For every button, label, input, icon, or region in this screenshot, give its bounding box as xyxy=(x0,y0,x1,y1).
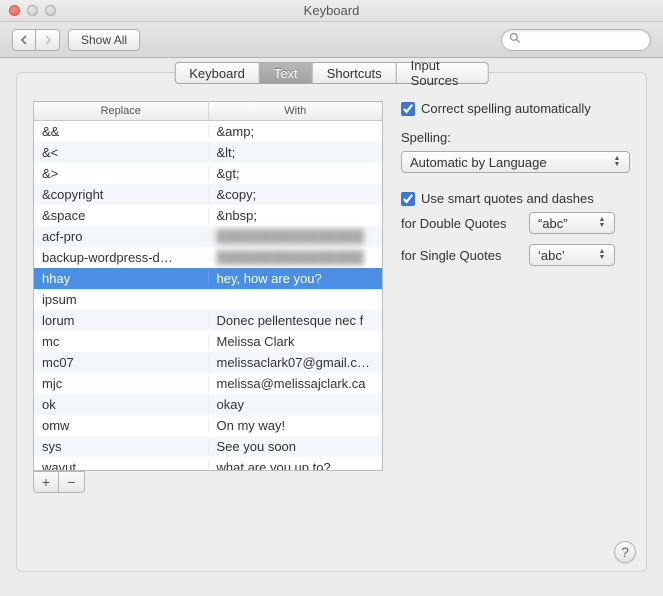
table-row[interactable]: &>&gt; xyxy=(34,163,382,184)
show-all-button[interactable]: Show All xyxy=(68,29,140,51)
chevron-updown-icon: ▲▼ xyxy=(594,215,610,231)
table-row[interactable]: hhayhey, how are you? xyxy=(34,268,382,289)
help-button[interactable]: ? xyxy=(614,541,636,563)
cell-with: &amp; xyxy=(208,124,383,139)
table-row[interactable]: okokay xyxy=(34,394,382,415)
table-row[interactable]: &copyright&copy; xyxy=(34,184,382,205)
correct-spelling-label: Correct spelling automatically xyxy=(421,101,591,116)
smart-quotes-label: Use smart quotes and dashes xyxy=(421,191,594,206)
table-row[interactable]: ipsum xyxy=(34,289,382,310)
cell-replace: backup-wordpress-d… xyxy=(34,250,208,265)
cell-replace: lorum xyxy=(34,313,208,328)
cell-with: ████████████████ xyxy=(208,250,383,265)
back-button[interactable] xyxy=(12,29,36,51)
search-field[interactable] xyxy=(501,29,651,51)
correct-spelling-checkbox[interactable]: Correct spelling automatically xyxy=(401,101,630,116)
cell-replace: mjc xyxy=(34,376,208,391)
remove-button[interactable]: − xyxy=(59,471,85,493)
cell-replace: wavut xyxy=(34,460,208,470)
single-quotes-value: ‘abc’ xyxy=(538,248,565,263)
table-row[interactable]: wavutwhat are you up to? xyxy=(34,457,382,470)
cell-with: Donec pellentesque nec f xyxy=(208,313,383,328)
cell-replace: &> xyxy=(34,166,208,181)
table-row[interactable]: &space&nbsp; xyxy=(34,205,382,226)
table-row[interactable]: sysSee you soon xyxy=(34,436,382,457)
cell-replace: sys xyxy=(34,439,208,454)
tab-input-sources[interactable]: Input Sources xyxy=(397,62,489,84)
table-row[interactable]: &<&lt; xyxy=(34,142,382,163)
cell-replace: ok xyxy=(34,397,208,412)
cell-with: &copy; xyxy=(208,187,383,202)
cell-replace: hhay xyxy=(34,271,208,286)
spelling-label: Spelling: xyxy=(401,130,630,145)
cell-replace: &space xyxy=(34,208,208,223)
text-replacement-table[interactable]: Replace With &&&amp;&<&lt;&>&gt;&copyrig… xyxy=(33,101,383,471)
cell-with: what are you up to? xyxy=(208,460,383,470)
chevron-updown-icon: ▲▼ xyxy=(609,154,625,170)
table-row[interactable]: backup-wordpress-d…████████████████ xyxy=(34,247,382,268)
cell-with: melissa@melissajclark.ca xyxy=(208,376,383,391)
double-quotes-value: “abc” xyxy=(538,216,568,231)
cell-replace: mc xyxy=(34,334,208,349)
forward-button[interactable] xyxy=(36,29,60,51)
cell-replace: acf-pro xyxy=(34,229,208,244)
cell-replace: &< xyxy=(34,145,208,160)
tab-keyboard[interactable]: Keyboard xyxy=(174,62,260,84)
table-row[interactable]: mjcmelissa@melissajclark.ca xyxy=(34,373,382,394)
cell-with: Melissa Clark xyxy=(208,334,383,349)
cell-with: okay xyxy=(208,397,383,412)
table-row[interactable]: acf-pro████████████████ xyxy=(34,226,382,247)
search-icon xyxy=(509,32,521,47)
cell-with: &gt; xyxy=(208,166,383,181)
spelling-select[interactable]: Automatic by Language ▲▼ xyxy=(401,151,630,173)
cell-replace: && xyxy=(34,124,208,139)
cell-replace: &copyright xyxy=(34,187,208,202)
cell-with: &nbsp; xyxy=(208,208,383,223)
table-row[interactable]: &&&amp; xyxy=(34,121,382,142)
smart-quotes-input[interactable] xyxy=(401,192,415,206)
cell-with: ████████████████ xyxy=(208,229,383,244)
cell-with: See you soon xyxy=(208,439,383,454)
correct-spelling-input[interactable] xyxy=(401,102,415,116)
double-quotes-select[interactable]: “abc” ▲▼ xyxy=(529,212,615,234)
spelling-value: Automatic by Language xyxy=(410,155,547,170)
tab-shortcuts[interactable]: Shortcuts xyxy=(313,62,397,84)
single-quotes-label: for Single Quotes xyxy=(401,248,521,263)
smart-quotes-checkbox[interactable]: Use smart quotes and dashes xyxy=(401,191,630,206)
column-header-replace[interactable]: Replace xyxy=(34,102,209,120)
search-input[interactable] xyxy=(525,33,663,47)
cell-with: &lt; xyxy=(208,145,383,160)
single-quotes-select[interactable]: ‘abc’ ▲▼ xyxy=(529,244,615,266)
window-title: Keyboard xyxy=(0,3,663,18)
table-row[interactable]: lorumDonec pellentesque nec f xyxy=(34,310,382,331)
cell-with: hey, how are you? xyxy=(208,271,383,286)
double-quotes-label: for Double Quotes xyxy=(401,216,521,231)
table-row[interactable]: omwOn my way! xyxy=(34,415,382,436)
column-header-with[interactable]: With xyxy=(209,102,383,120)
cell-replace: mc07 xyxy=(34,355,208,370)
cell-replace: omw xyxy=(34,418,208,433)
add-button[interactable]: + xyxy=(33,471,59,493)
table-row[interactable]: mcMelissa Clark xyxy=(34,331,382,352)
cell-with: melissaclark07@gmail.com xyxy=(208,355,383,370)
cell-with: On my way! xyxy=(208,418,383,433)
cell-replace: ipsum xyxy=(34,292,208,307)
tab-text[interactable]: Text xyxy=(260,62,313,84)
chevron-updown-icon: ▲▼ xyxy=(594,247,610,263)
table-row[interactable]: mc07melissaclark07@gmail.com xyxy=(34,352,382,373)
